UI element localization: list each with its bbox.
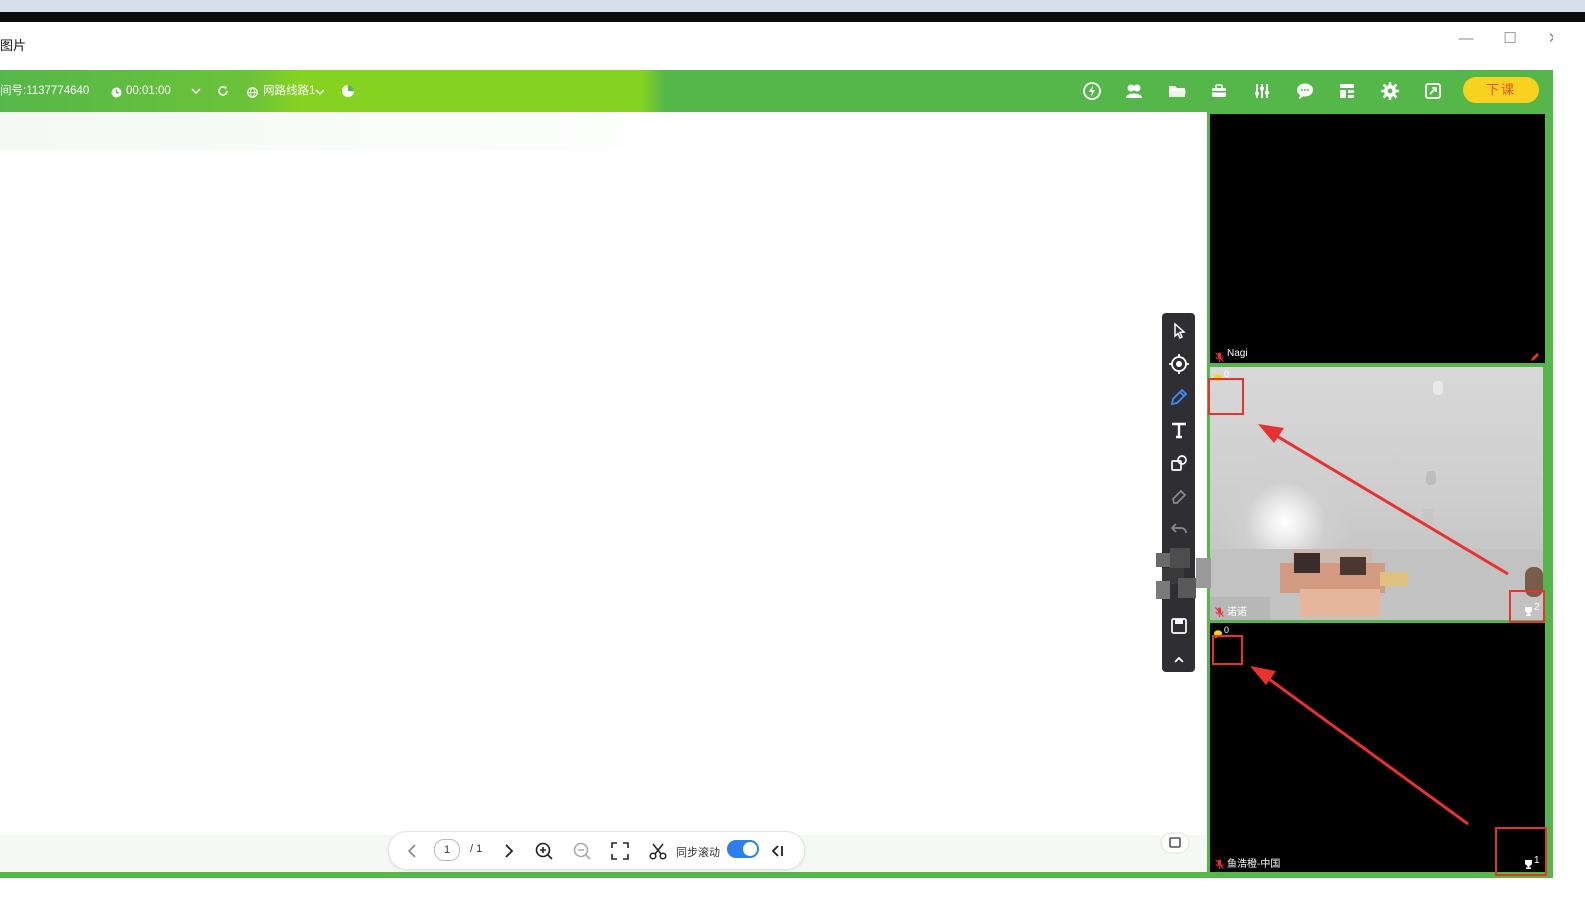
annotation-arrows bbox=[1250, 424, 1509, 826]
refresh-icon[interactable] bbox=[216, 84, 230, 98]
video-tile-teacher[interactable] bbox=[1210, 114, 1545, 363]
layout-icon[interactable] bbox=[1336, 80, 1358, 102]
text-icon[interactable] bbox=[1167, 418, 1191, 442]
end-class-button[interactable]: 下课 bbox=[1463, 77, 1539, 103]
whiteboard-canvas[interactable] bbox=[0, 112, 1207, 874]
host-taskbar-strip bbox=[0, 12, 1585, 22]
clock-icon bbox=[111, 85, 122, 98]
chat-icon[interactable] bbox=[1294, 80, 1316, 102]
mic-off-icon bbox=[1215, 349, 1224, 362]
video-name: 鱼浩橙-中国 bbox=[1227, 859, 1281, 870]
sync-scroll-label: 同步滚动 bbox=[676, 847, 720, 859]
toolbox-icon[interactable] bbox=[1208, 80, 1230, 102]
collapse-icon[interactable] bbox=[1167, 648, 1191, 672]
pencil-icon bbox=[1530, 349, 1540, 361]
network-chevron-icon[interactable] bbox=[314, 85, 326, 97]
next-page-icon[interactable] bbox=[498, 841, 518, 861]
gear-icon[interactable] bbox=[1379, 80, 1401, 102]
bottom-accent-bar bbox=[0, 872, 1553, 878]
mixer-icon[interactable] bbox=[1251, 80, 1273, 102]
window-title: 图片 bbox=[0, 38, 27, 53]
chevron-down-icon[interactable] bbox=[189, 84, 203, 98]
zoom-in-icon[interactable] bbox=[534, 841, 554, 861]
minimize-button[interactable]: — bbox=[1452, 28, 1480, 50]
fullscreen-icon[interactable] bbox=[1422, 80, 1444, 102]
eraser-icon[interactable] bbox=[1167, 484, 1191, 508]
page-total: / 1 bbox=[470, 843, 483, 855]
class-timer: 00:01:00 bbox=[126, 85, 171, 97]
room-number: 间号:1137774640 bbox=[0, 85, 90, 97]
undo-icon[interactable] bbox=[1167, 516, 1191, 540]
class-toolbar bbox=[0, 70, 1553, 112]
whiteboard-header-band bbox=[0, 112, 1207, 150]
blurred-tool-area bbox=[1156, 548, 1211, 603]
laser-icon[interactable] bbox=[1167, 352, 1191, 376]
host-window-strip bbox=[0, 0, 1585, 12]
shape-icon[interactable] bbox=[1167, 451, 1191, 475]
group-icon[interactable] bbox=[1123, 80, 1145, 102]
save-icon[interactable] bbox=[1167, 614, 1191, 638]
fit-screen-icon[interactable] bbox=[610, 841, 630, 861]
mic-off-icon bbox=[1215, 856, 1224, 869]
pen-icon[interactable] bbox=[1167, 385, 1191, 409]
pointer-icon[interactable] bbox=[1167, 319, 1191, 343]
network-line-select[interactable]: 网路线路1 bbox=[263, 83, 315, 99]
video-name: Nagi bbox=[1227, 348, 1248, 359]
signal-pie-icon bbox=[341, 84, 355, 98]
folder-icon[interactable] bbox=[1166, 80, 1188, 102]
window-titlebar bbox=[0, 22, 1585, 70]
page-number-input[interactable]: 1 bbox=[434, 839, 460, 861]
annotation-box bbox=[1495, 827, 1547, 876]
toggle-knob bbox=[743, 842, 757, 856]
board-view-icon[interactable] bbox=[1160, 832, 1190, 854]
globe-icon bbox=[247, 85, 258, 98]
maximize-button[interactable]: ☐ bbox=[1496, 28, 1524, 50]
prev-page-icon[interactable] bbox=[403, 841, 423, 861]
flash-icon[interactable] bbox=[1081, 80, 1103, 102]
zoom-out-icon[interactable] bbox=[572, 841, 592, 861]
collapse-left-icon[interactable] bbox=[768, 841, 788, 861]
scissors-icon[interactable] bbox=[648, 841, 668, 861]
